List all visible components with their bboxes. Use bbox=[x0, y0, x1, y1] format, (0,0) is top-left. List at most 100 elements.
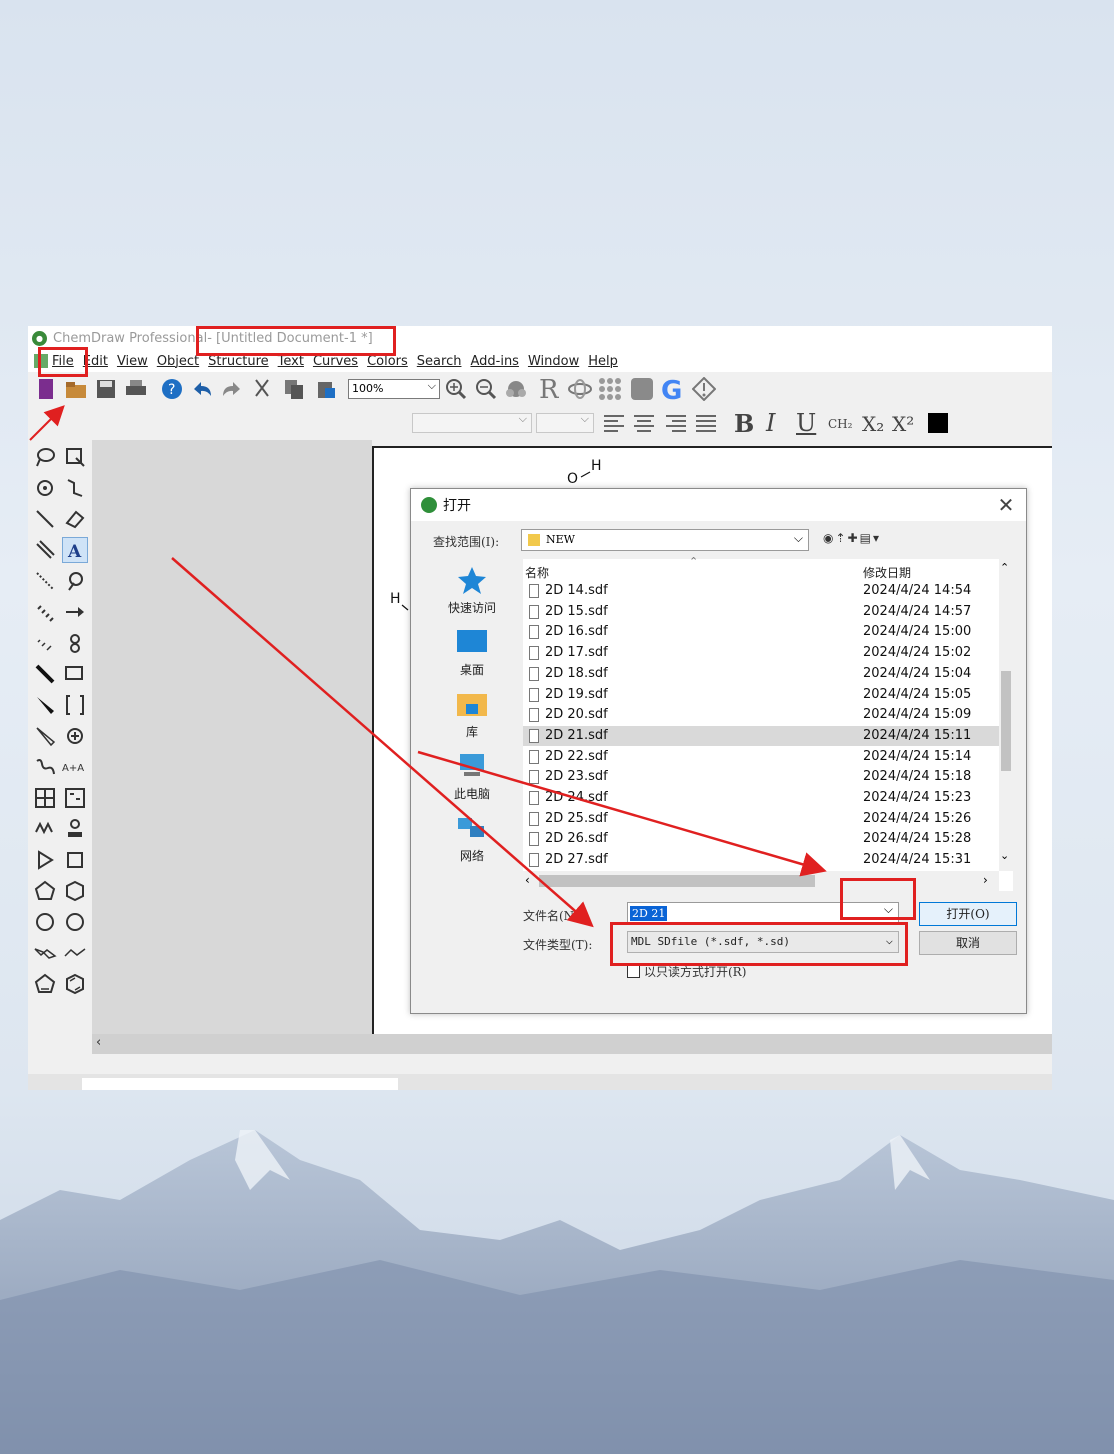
file-icon bbox=[529, 728, 539, 743]
scroll-left-icon[interactable]: ‹ bbox=[96, 1035, 101, 1050]
file-list-vertical-scrollbar[interactable]: ⌃ ⌄ bbox=[999, 559, 1013, 871]
scroll-down-icon[interactable]: ⌄ bbox=[1000, 849, 1009, 862]
file-row[interactable]: 2D 27.sdf 2024/4/24 15:31 bbox=[523, 850, 999, 870]
file-date: 2024/4/24 15:09 bbox=[863, 707, 972, 723]
highlight-document-title bbox=[196, 326, 396, 356]
file-date: 2024/4/24 14:54 bbox=[863, 583, 972, 598]
dialog-title-bar: 打开 bbox=[411, 489, 1026, 521]
file-name: 2D 20.sdf bbox=[545, 707, 608, 723]
look-in-select[interactable]: NEW bbox=[521, 528, 809, 551]
file-name: 2D 22.sdf bbox=[545, 748, 608, 764]
readonly-label: 以只读方式打开(R) bbox=[644, 965, 747, 979]
file-icon bbox=[529, 584, 539, 598]
place-label: 快速访问 bbox=[447, 601, 496, 615]
file-row[interactable]: 2D 19.sdf 2024/4/24 15:05 bbox=[523, 685, 999, 705]
file-list: 名称 ⌃ 修改日期 2D 14.sdf 2024/4/24 14:54 2D 15.… bbox=[523, 555, 1013, 891]
highlight-filetype bbox=[610, 922, 908, 966]
file-icon bbox=[529, 646, 539, 661]
file-name: 2D 15.sdf bbox=[545, 603, 608, 619]
file-name: 2D 18.sdf bbox=[545, 665, 608, 681]
file-row[interactable]: 2D 24.sdf 2024/4/24 15:23 bbox=[523, 788, 999, 808]
checkbox-box[interactable] bbox=[627, 965, 640, 978]
scroll-up-icon[interactable]: ⌃ bbox=[1000, 561, 1009, 574]
scroll-left-icon[interactable]: ‹ bbox=[525, 873, 530, 887]
status-bar bbox=[28, 1074, 1052, 1090]
file-row[interactable]: 2D 14.sdf 2024/4/24 14:54 bbox=[523, 581, 999, 601]
file-name: 2D 26.sdf bbox=[545, 831, 608, 847]
place-network[interactable]: 网络 bbox=[427, 813, 517, 864]
computer-icon bbox=[456, 751, 488, 781]
place-label: 库 bbox=[465, 725, 478, 739]
file-row[interactable]: 2D 26.sdf 2024/4/24 15:28 bbox=[523, 829, 999, 849]
file-icon bbox=[529, 666, 539, 681]
scroll-thumb[interactable] bbox=[1001, 671, 1011, 771]
file-row[interactable]: 2D 21.sdf 2024/4/24 15:11 bbox=[523, 725, 999, 746]
filename-label: 文件名(N): bbox=[523, 909, 583, 923]
dialog-nav-icons: ◉⇡✚▤▾ bbox=[823, 531, 881, 545]
file-row[interactable]: 2D 16.sdf 2024/4/24 15:00 bbox=[523, 622, 999, 642]
file-icon bbox=[529, 791, 539, 805]
mountain-background bbox=[0, 1130, 1114, 1454]
open-button[interactable]: 打开(O) bbox=[919, 902, 1017, 926]
library-icon bbox=[456, 689, 488, 719]
file-date: 2024/4/24 15:28 bbox=[863, 831, 972, 847]
filename-value: 2D 21 bbox=[630, 906, 668, 921]
atom-hydrogen-label[interactable]: H bbox=[591, 458, 602, 474]
file-name: 2D 16.sdf bbox=[545, 624, 608, 640]
scroll-thumb[interactable] bbox=[539, 875, 815, 887]
file-date: 2024/4/24 15:18 bbox=[863, 769, 972, 785]
file-icon bbox=[529, 749, 539, 764]
atom-oxygen-label[interactable]: O bbox=[567, 471, 578, 487]
file-row[interactable]: 2D 18.sdf 2024/4/24 15:04 bbox=[523, 664, 999, 684]
desktop-icon bbox=[456, 627, 488, 657]
close-icon[interactable]: ✕ bbox=[994, 493, 1018, 517]
view-menu-icon[interactable]: ▤▾ bbox=[860, 531, 881, 545]
file-date: 2024/4/24 15:31 bbox=[863, 852, 972, 868]
places-bar: 快速访问 桌面 库 此电脑 网络 bbox=[427, 559, 517, 999]
new-folder-icon[interactable]: ✚ bbox=[848, 531, 860, 545]
file-date: 2024/4/24 15:04 bbox=[863, 665, 972, 681]
place-quick-access[interactable]: 快速访问 bbox=[427, 565, 517, 616]
atom-hydrogen-left-label[interactable]: H bbox=[390, 591, 401, 607]
file-row[interactable]: 2D 20.sdf 2024/4/24 15:09 bbox=[523, 705, 999, 725]
place-desktop[interactable]: 桌面 bbox=[427, 627, 517, 678]
file-name: 2D 25.sdf bbox=[545, 810, 608, 826]
file-name: 2D 14.sdf bbox=[545, 583, 608, 598]
file-row[interactable]: 2D 23.sdf 2024/4/24 15:18 bbox=[523, 767, 999, 787]
file-row[interactable]: 2D 25.sdf 2024/4/24 15:26 bbox=[523, 809, 999, 829]
place-this-pc[interactable]: 此电脑 bbox=[427, 751, 517, 802]
back-icon[interactable]: ◉ bbox=[823, 531, 835, 545]
column-name-header[interactable]: 名称 bbox=[525, 564, 549, 581]
file-name: 2D 24.sdf bbox=[545, 790, 608, 805]
highlight-open-button bbox=[840, 878, 916, 920]
look-in-value: NEW bbox=[546, 533, 575, 546]
file-icon bbox=[529, 687, 539, 702]
star-icon bbox=[456, 565, 488, 595]
dialog-app-icon bbox=[421, 497, 437, 513]
file-icon bbox=[529, 853, 539, 868]
network-icon bbox=[456, 813, 488, 843]
file-row[interactable]: 2D 22.sdf 2024/4/24 15:14 bbox=[523, 747, 999, 767]
file-icon bbox=[529, 604, 539, 619]
file-icon bbox=[529, 770, 539, 785]
filetype-label: 文件类型(T): bbox=[523, 938, 593, 952]
place-label: 桌面 bbox=[459, 663, 484, 677]
column-date-header[interactable]: 修改日期 bbox=[863, 564, 911, 581]
up-folder-icon[interactable]: ⇡ bbox=[835, 531, 847, 545]
place-label: 网络 bbox=[459, 849, 484, 863]
file-date: 2024/4/24 15:23 bbox=[863, 790, 972, 805]
canvas-horizontal-scrollbar[interactable]: ‹ bbox=[92, 1034, 1052, 1054]
sort-caret-icon: ⌃ bbox=[689, 555, 699, 568]
place-label: 此电脑 bbox=[453, 787, 490, 801]
file-date: 2024/4/24 15:14 bbox=[863, 748, 972, 764]
cancel-button[interactable]: 取消 bbox=[919, 931, 1017, 955]
file-date: 2024/4/24 15:11 bbox=[863, 727, 972, 743]
place-libraries[interactable]: 库 bbox=[427, 689, 517, 740]
file-row[interactable]: 2D 17.sdf 2024/4/24 15:02 bbox=[523, 643, 999, 663]
file-icon bbox=[529, 708, 539, 723]
file-list-horizontal-scrollbar[interactable]: ‹ › bbox=[523, 871, 999, 891]
folder-icon bbox=[528, 534, 540, 546]
scroll-right-icon[interactable]: › bbox=[983, 873, 988, 887]
file-row[interactable]: 2D 15.sdf 2024/4/24 14:57 bbox=[523, 602, 999, 622]
dialog-title: 打开 bbox=[443, 498, 471, 514]
